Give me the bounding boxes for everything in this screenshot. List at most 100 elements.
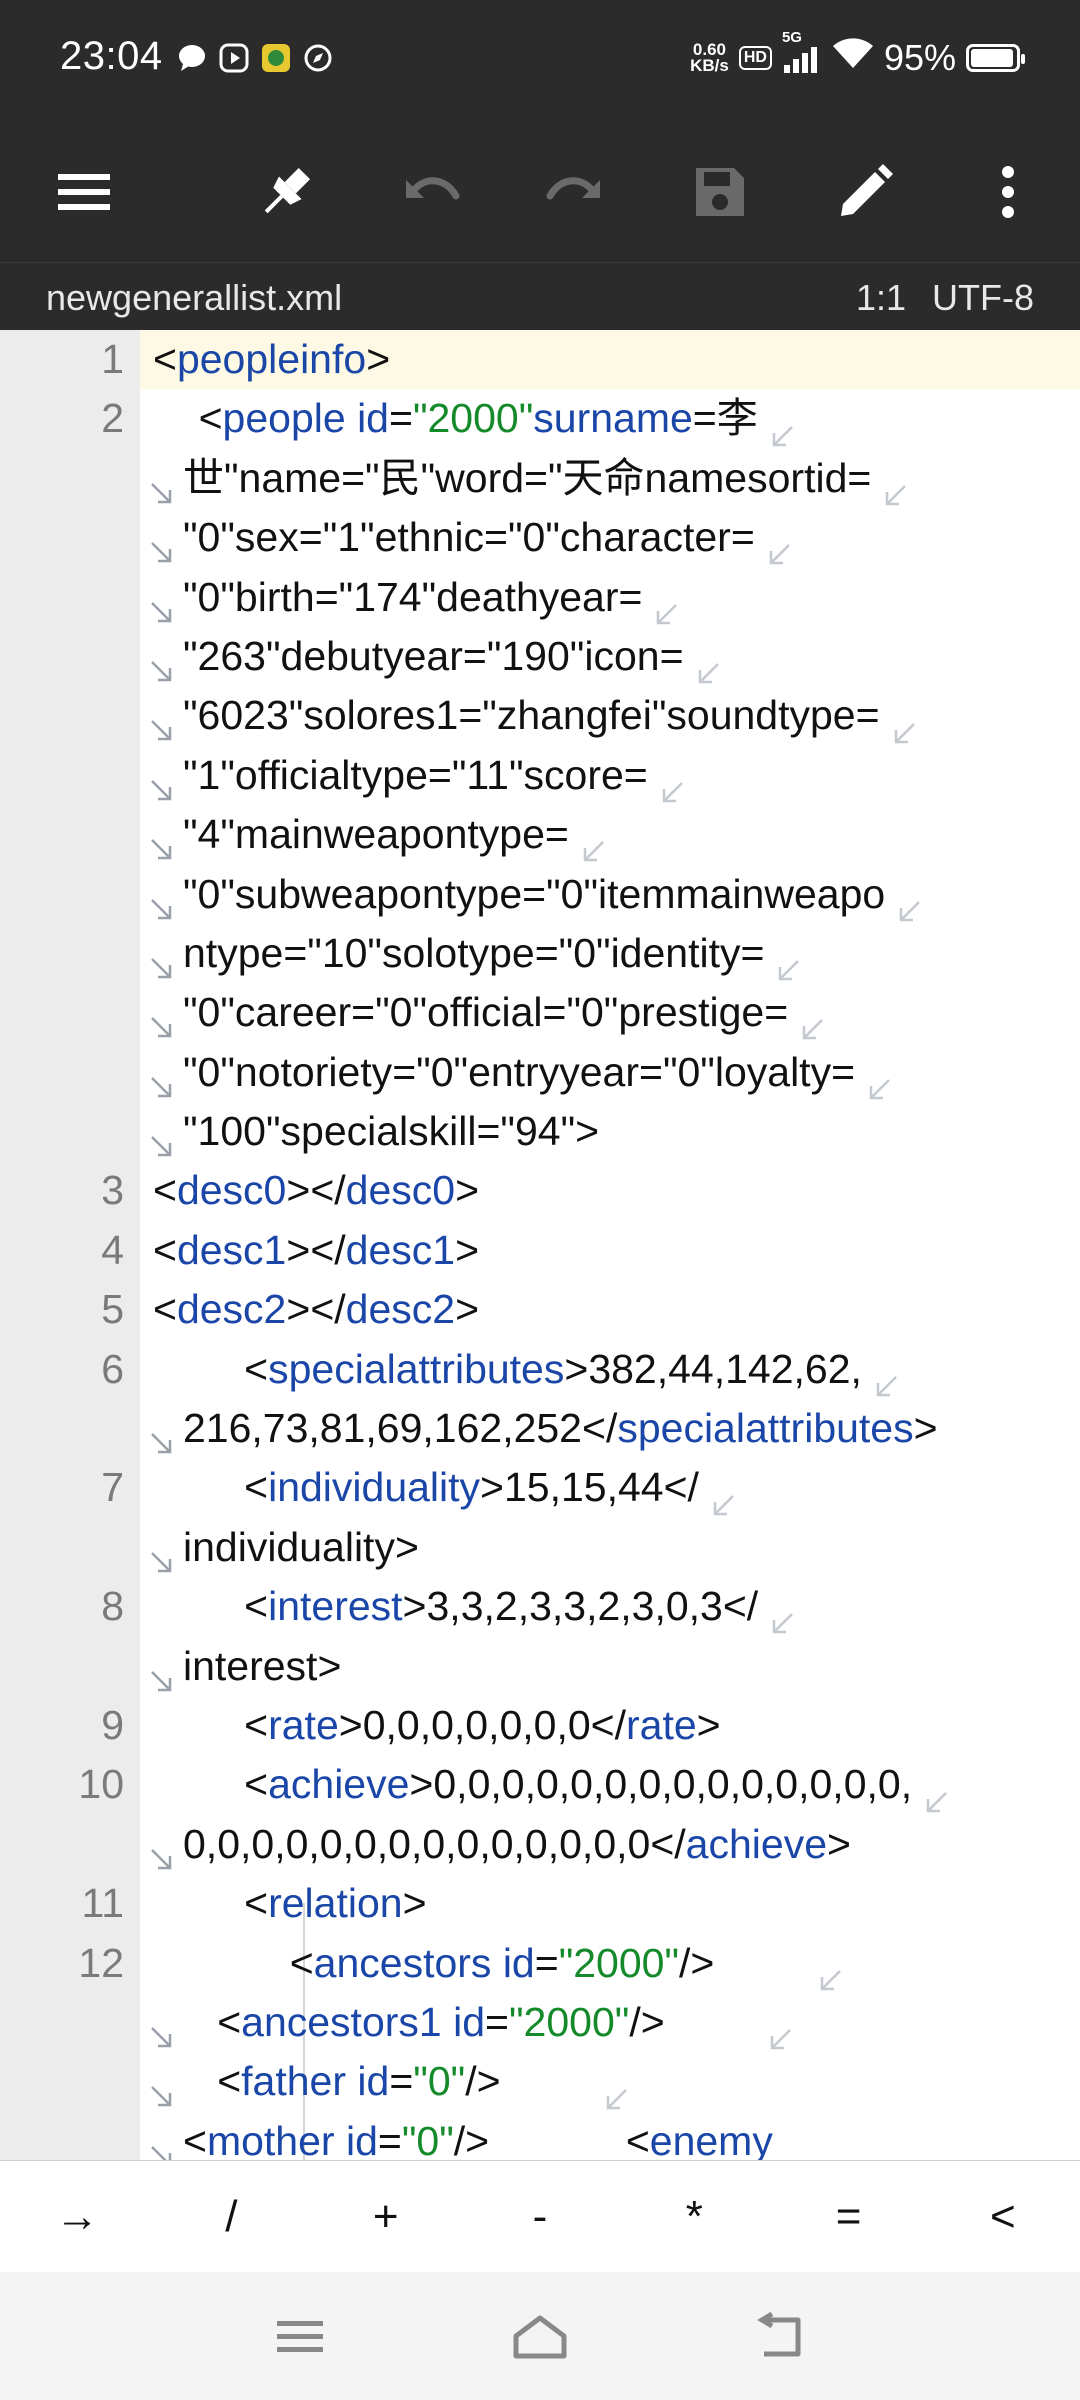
menu-icon — [58, 174, 110, 210]
code-line[interactable]: 7 <individuality>15,15,44</ — [0, 1458, 1080, 1517]
line-number: 10 — [78, 1761, 124, 1808]
symbol-key-row: → / + - * = < — [0, 2160, 1080, 2272]
code-line-continuation[interactable]: "263"debutyear="190"icon= — [0, 627, 1080, 686]
symbol-key[interactable]: → — [0, 2161, 154, 2272]
edit-button[interactable] — [805, 122, 925, 262]
wrap-continue-icon — [148, 465, 176, 504]
code-line-continuation[interactable]: "6023"solores1="zhangfei"soundtype= — [0, 686, 1080, 745]
code-line-continuation[interactable]: <father id="0"/> — [0, 2052, 1080, 2111]
code-line-continuation[interactable]: <mother id="0"/> <enemy — [0, 2112, 1080, 2160]
code-text: interest> — [183, 1642, 342, 1689]
symbol-key[interactable]: / — [154, 2161, 308, 2272]
notification-icons — [176, 42, 334, 74]
code-text: <individuality>15,15,44</ — [153, 1458, 737, 1517]
encoding-label: UTF-8 — [932, 277, 1034, 318]
code-line-continuation[interactable]: "0"career="0"official="0"prestige= — [0, 983, 1080, 1042]
code-line[interactable]: 6 <specialattributes>382,44,142,62, — [0, 1340, 1080, 1399]
code-line-continuation[interactable]: interest> — [0, 1637, 1080, 1696]
code-text: "0"sex="1"ethnic="0"character= — [183, 508, 793, 567]
cursor-position: 1:1 — [855, 277, 906, 318]
file-info-bar: newgenerallist.xml 1:1 UTF-8 — [0, 262, 1080, 330]
code-line[interactable]: 5 <desc2></desc2> — [0, 1280, 1080, 1339]
line-number: 8 — [101, 1583, 124, 1630]
more-vert-icon — [1002, 166, 1014, 218]
code-line-continuation[interactable]: "4"mainweapontype= — [0, 805, 1080, 864]
wrap-marker-icon — [890, 705, 918, 743]
home-button[interactable] — [500, 2302, 580, 2372]
code-line-continuation[interactable]: ntype="10"solotype="0"identity= — [0, 924, 1080, 983]
back-icon — [757, 2312, 801, 2357]
save-button[interactable] — [660, 122, 780, 262]
code-line-continuation[interactable]: "100"specialskill="94"> — [0, 1102, 1080, 1161]
wrap-continue-icon — [148, 999, 176, 1038]
recents-button[interactable] — [260, 2302, 340, 2372]
wrap-marker-icon — [602, 2071, 630, 2109]
code-text: 世"name="民"word="天命namesortid= — [183, 449, 909, 508]
symbol-key[interactable]: + — [309, 2161, 463, 2272]
wrap-continue-icon — [148, 762, 176, 800]
code-line[interactable]: 8 <interest>3,3,2,3,3,2,3,0,3</ — [0, 1577, 1080, 1636]
code-text: "100"specialskill="94"> — [183, 1108, 600, 1155]
wrap-continue-icon — [148, 2128, 176, 2160]
code-text: <desc1></desc1> — [153, 1226, 480, 1273]
wrap-continue-icon — [148, 584, 176, 622]
file-name: newgenerallist.xml — [46, 277, 343, 318]
symbol-key[interactable]: = — [771, 2161, 925, 2272]
code-line-continuation[interactable]: "1"officialtype="11"score= — [0, 746, 1080, 805]
code-line[interactable]: 3 <desc0></desc0> — [0, 1161, 1080, 1220]
line-number: 12 — [78, 1939, 124, 1986]
code-line[interactable]: 9 <rate>0,0,0,0,0,0,0</rate> — [0, 1696, 1080, 1755]
pin-icon — [264, 167, 311, 214]
code-text: "6023"solores1="zhangfei"soundtype= — [183, 686, 918, 745]
wrap-continue-icon — [148, 821, 176, 860]
code-text: <ancestors id="2000"/> — [153, 1934, 844, 1993]
back-button[interactable] — [740, 2302, 820, 2372]
code-line-continuation[interactable]: "0"sex="1"ethnic="0"character= — [0, 508, 1080, 567]
menu-button[interactable] — [24, 122, 144, 262]
code-line-continuation[interactable]: <ancestors1 id="2000"/> — [0, 1993, 1080, 2052]
wrap-marker-icon — [881, 467, 909, 506]
line-number: 9 — [101, 1701, 124, 1748]
compass-app-icon — [302, 42, 334, 74]
symbol-key[interactable]: * — [617, 2161, 771, 2272]
code-line[interactable]: 1 <peopleinfo> — [0, 330, 1080, 389]
code-line[interactable]: 10 <achieve>0,0,0,0,0,0,0,0,0,0,0,0,0,0, — [0, 1755, 1080, 1814]
wrap-marker-icon — [922, 1774, 950, 1812]
code-editor[interactable]: 1 <peopleinfo> 2 <people id="2000"surname=… — [0, 330, 1080, 2160]
wrap-marker-icon — [816, 1952, 844, 1990]
code-line[interactable]: 11 <relation> — [0, 1874, 1080, 1933]
code-text: "0"subweapontype="0"itemmainweapo — [183, 865, 923, 924]
code-line-continuation[interactable]: "0"subweapontype="0"itemmainweapo — [0, 865, 1080, 924]
wrap-marker-icon — [774, 942, 802, 981]
code-text: "263"debutyear="190"icon= — [183, 627, 722, 686]
code-line[interactable]: 12 <ancestors id="2000"/> — [0, 1934, 1080, 1993]
redo-button[interactable] — [514, 122, 634, 262]
code-line[interactable]: 2 <people id="2000"surname=李 — [0, 389, 1080, 448]
wrap-continue-icon — [148, 1831, 176, 1870]
code-line[interactable]: 4 <desc1></desc1> — [0, 1221, 1080, 1280]
more-options-button[interactable] — [948, 122, 1068, 262]
pin-button[interactable] — [226, 122, 346, 262]
code-line-continuation[interactable]: 216,73,81,69,162,252</specialattributes> — [0, 1399, 1080, 1458]
status-right-group: 0.60 KB/s HD 5G 95% — [690, 29, 1025, 79]
code-text: individuality> — [183, 1523, 419, 1570]
line-number: 11 — [81, 1880, 124, 1927]
code-line-continuation[interactable]: "0"notoriety="0"entryyear="0"loyalty= — [0, 1043, 1080, 1102]
line-number: 5 — [101, 1286, 124, 1333]
code-line-continuation[interactable]: 0,0,0,0,0,0,0,0,0,0,0,0,0,0</achieve> — [0, 1815, 1080, 1874]
wifi-icon — [832, 36, 874, 79]
code-line-continuation[interactable]: individuality> — [0, 1518, 1080, 1577]
symbol-key[interactable]: < — [926, 2161, 1080, 2272]
wrap-marker-icon — [579, 823, 607, 862]
wrap-marker-icon — [658, 764, 686, 803]
code-line-continuation[interactable]: 世"name="民"word="天命namesortid= — [0, 449, 1080, 508]
code-line-continuation[interactable]: "0"birth="174"deathyear= — [0, 568, 1080, 627]
network-label: 5G — [781, 28, 802, 46]
code-text: <ancestors1 id="2000"/> — [183, 1993, 794, 2052]
code-text: <relation> — [244, 1880, 427, 1927]
undo-button[interactable] — [372, 122, 492, 262]
symbol-key[interactable]: - — [463, 2161, 617, 2272]
code-text: <desc2></desc2> — [153, 1286, 480, 1333]
code-text: <father id="0"/> — [183, 2052, 630, 2111]
chat-bubble-icon — [176, 42, 208, 74]
